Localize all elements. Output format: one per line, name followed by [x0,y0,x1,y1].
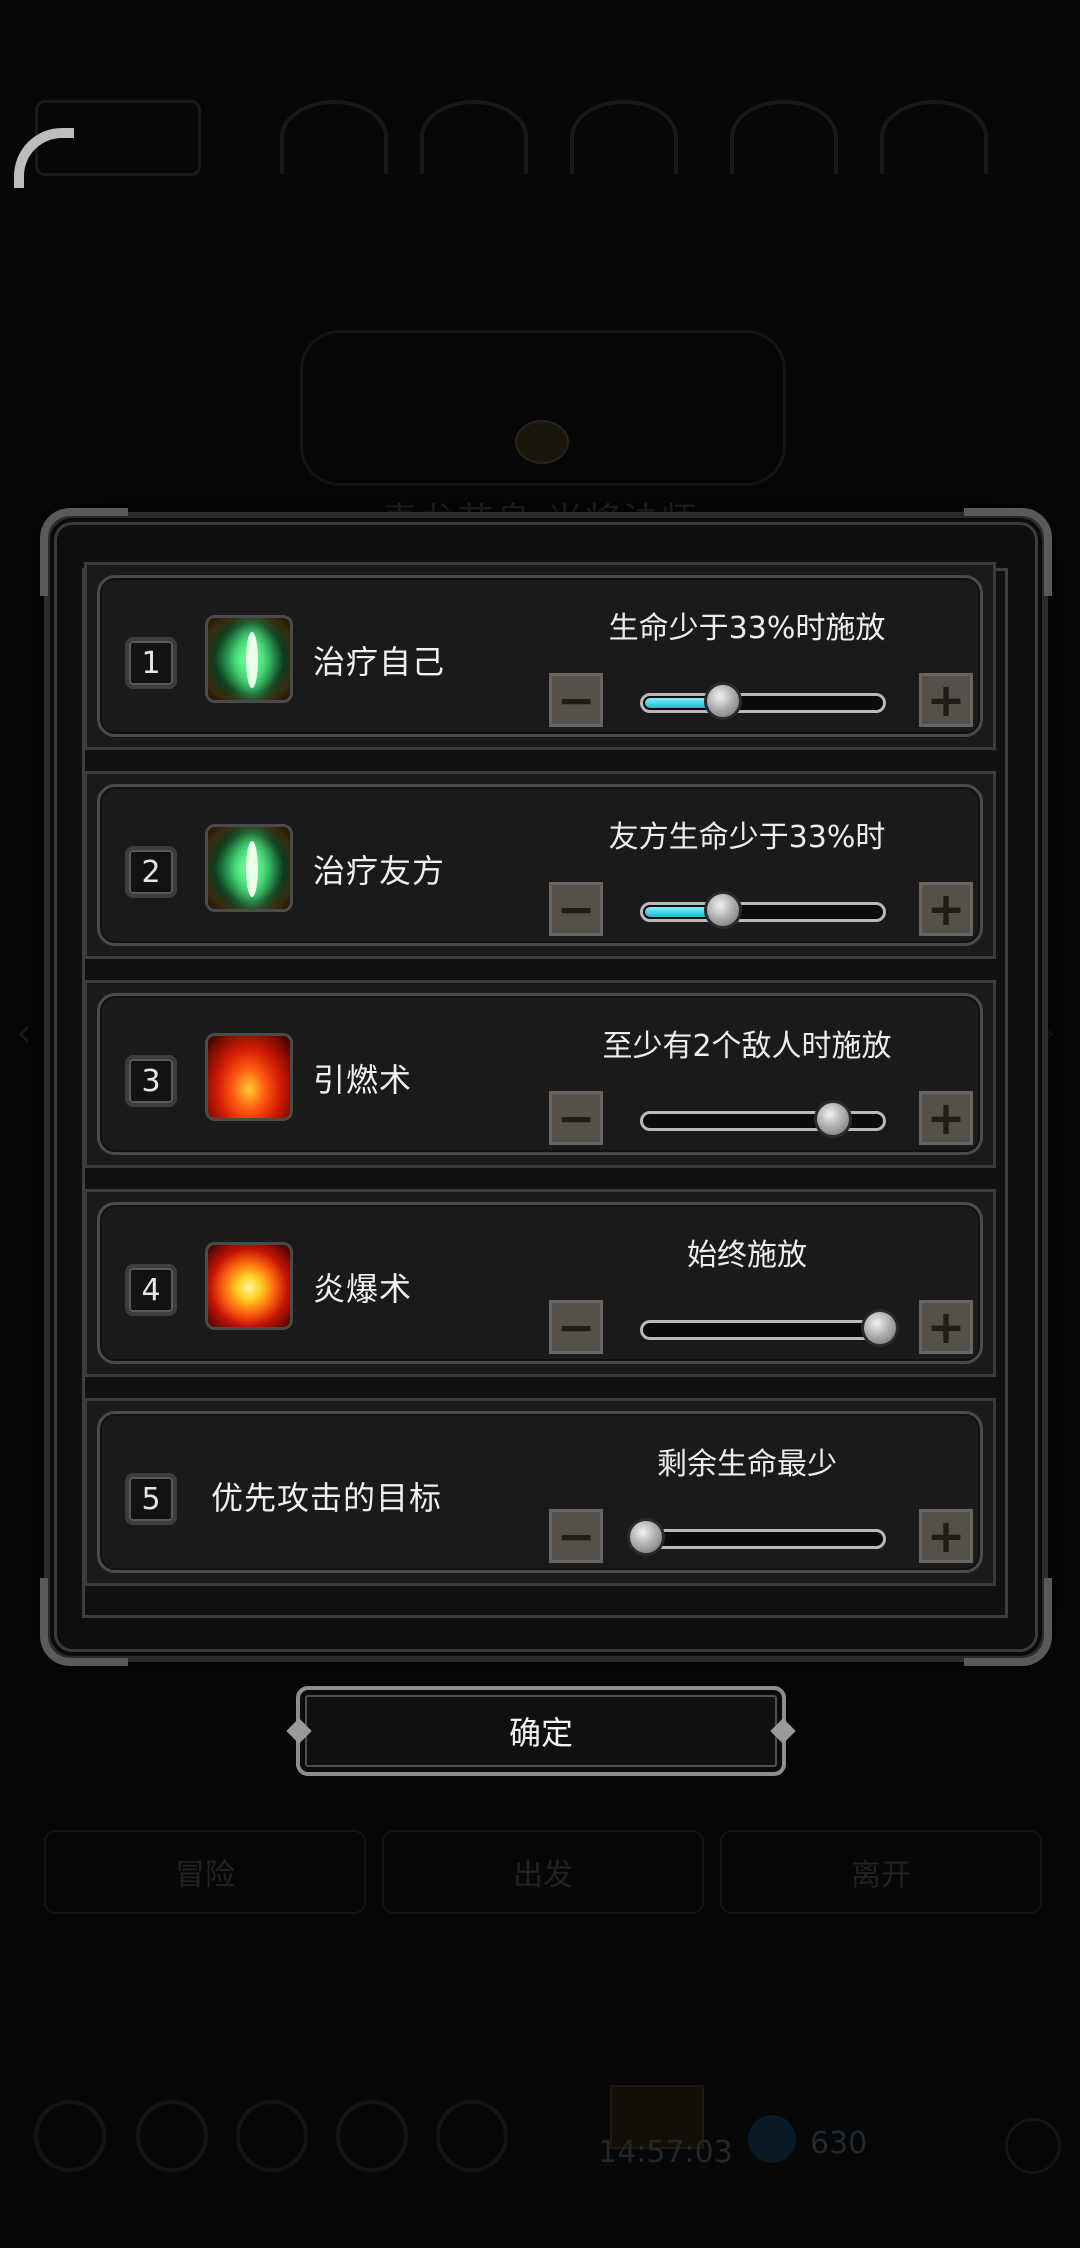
skill-row-3: 3 引燃术 至少有2个敌人时施放 − + [84,980,996,1168]
background-nav-depart: 出发 [382,1830,704,1914]
skill-name: 炎爆术 [313,1270,413,1308]
heal-icon [205,824,293,912]
confirm-label: 确定 [508,1714,573,1752]
background-nav-adventure: 冒险 [44,1830,366,1914]
skill-number: 4 [125,1264,177,1316]
decrease-button[interactable]: − [549,882,603,936]
decrease-button[interactable]: − [549,673,603,727]
background-add-icon [1005,2118,1061,2174]
skill-number: 5 [125,1473,177,1525]
target-priority-label: 优先攻击的目标 [211,1479,443,1517]
skill-row-5: 5 优先攻击的目标 剩余生命最少 − + [84,1398,996,1586]
skill-row-1: 1 治疗自己 生命少于33%时施放 − + [84,562,996,750]
threshold-slider[interactable] [640,1100,886,1138]
skill-row-4: 4 炎爆术 始终施放 − + [84,1189,996,1377]
background-menu-icon [436,2100,508,2172]
skill-condition: 友方生命少于33%时 [608,820,886,855]
confirm-button[interactable]: 确定 [286,1686,796,1776]
background-menu-icon [34,2100,106,2172]
explosion-icon [205,1242,293,1330]
skill-number: 1 [125,637,177,689]
decrease-button[interactable]: − [549,1509,603,1563]
skill-name: 引燃术 [313,1061,413,1099]
decrease-button[interactable]: − [549,1300,603,1354]
slider-knob[interactable] [704,682,743,720]
background-menu-icon [336,2100,408,2172]
background-slot-icon [730,100,838,174]
increase-button[interactable]: + [919,1091,973,1145]
heal-icon [205,615,293,703]
background-slot-icon [420,100,528,174]
skill-condition: 至少有2个敌人时施放 [602,1029,892,1064]
slider-knob[interactable] [814,1100,853,1138]
background-slot-icon [280,100,388,174]
skill-row-2: 2 治疗友方 友方生命少于33%时 − + [84,771,996,959]
skill-condition: 剩余生命最少 [657,1447,837,1482]
threshold-slider[interactable] [640,682,886,720]
skill-name: 治疗自己 [313,643,446,681]
background-menu-icon [136,2100,208,2172]
increase-button[interactable]: + [919,882,973,936]
background-ornament-eye [515,420,569,464]
fire-icon [205,1033,293,1121]
skill-name: 治疗友方 [313,852,446,890]
skill-number: 3 [125,1055,177,1107]
skill-condition: 始终施放 [687,1238,807,1273]
slider-knob[interactable] [704,891,743,929]
increase-button[interactable]: + [919,1300,973,1354]
background-coin-icon [748,2115,796,2163]
background-gold-count: 630 [810,2126,868,2161]
threshold-slider[interactable] [640,1309,899,1347]
increase-button[interactable]: + [919,1509,973,1563]
background-clock: 14:57:03 [598,2135,733,2170]
slider-knob[interactable] [627,1518,665,1556]
background-left-arrow-icon: ‹ [16,1010,32,1056]
background-nav-leave: 离开 [720,1830,1042,1914]
decrease-button[interactable]: − [549,1091,603,1145]
background-slot-icon [880,100,988,174]
skill-condition: 生命少于33%时施放 [608,611,886,646]
skill-number: 2 [125,846,177,898]
target-priority-slider[interactable] [627,1518,886,1556]
increase-button[interactable]: + [919,673,973,727]
background-menu-icon [236,2100,308,2172]
background-slot-icon [570,100,678,174]
slider-knob[interactable] [861,1309,899,1347]
threshold-slider[interactable] [640,891,886,929]
